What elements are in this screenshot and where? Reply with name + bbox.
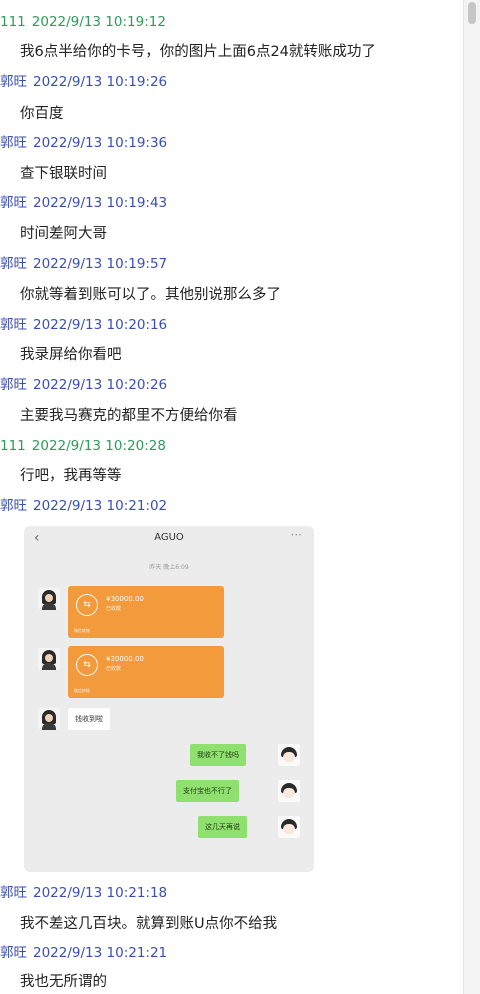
message-text: 你就等着到账可以了。其他别说那么多了 <box>20 287 281 303</box>
message-header: 111 2022/9/13 10:20:28 <box>0 437 166 455</box>
message-header: 郭旺 2022/9/13 10:21:02 <box>0 497 167 515</box>
message-header: 郭旺 2022/9/13 10:19:43 <box>0 194 167 212</box>
sender-name: 郭旺 <box>0 195 27 211</box>
message-text: 行吧，我再等等 <box>20 468 122 484</box>
scrollbar-thumb[interactable] <box>468 2 476 24</box>
transfer-card: ⇆ ¥30000.00 已收款 微信转账 <box>68 586 224 638</box>
sender-name: 郭旺 <box>0 498 27 514</box>
transfer-status: 已收款 <box>106 666 122 672</box>
message-text: 查下银联时间 <box>20 166 107 182</box>
message-header: 郭旺 2022/9/13 10:21:18 <box>0 884 167 902</box>
message-time: 2022/9/13 10:19:57 <box>33 256 168 272</box>
message-header: 郭旺 2022/9/13 10:19:57 <box>0 255 167 273</box>
avatar-icon <box>278 780 300 802</box>
transfer-amount: ¥30000.00 <box>106 595 144 603</box>
message-text: 我也无所谓的 <box>20 974 107 990</box>
transfer-status: 已收款 <box>106 606 122 612</box>
sender-name: 郭旺 <box>0 135 27 151</box>
transfer-icon: ⇆ <box>76 654 98 676</box>
message-header: 郭旺 2022/9/13 10:19:26 <box>0 73 167 91</box>
sender-name: 郭旺 <box>0 377 27 393</box>
avatar-icon <box>278 816 300 838</box>
chat-screenshot-image[interactable]: ‹ AGUO ··· 昨天 晚上6:09 ⇆ ¥30000.00 已收款 微信转… <box>24 526 314 872</box>
message-time: 2022/9/13 10:20:28 <box>31 438 166 454</box>
sender-name: 郭旺 <box>0 945 27 961</box>
sender-name: 郭旺 <box>0 256 27 272</box>
more-icon: ··· <box>290 528 302 542</box>
message-text: 我不差这几百块。就算到账U点你不给我 <box>20 916 278 932</box>
transfer-footer: 微信转账 <box>74 688 90 693</box>
message-time: 2022/9/13 10:21:02 <box>33 498 168 514</box>
message-time: 2022/9/13 10:19:43 <box>33 195 168 211</box>
message-text: 主要我马赛克的都里不方便给你看 <box>20 408 238 424</box>
screenshot-title: AGUO <box>154 532 184 543</box>
transfer-amount: ¥20000.00 <box>106 655 144 663</box>
sender-name: 111 <box>0 14 26 30</box>
transfer-footer: 微信转账 <box>74 628 90 633</box>
screenshot-title-bar: ‹ AGUO ··· <box>24 526 314 550</box>
vertical-scrollbar[interactable] <box>463 0 480 994</box>
message-time: 2022/9/13 10:19:12 <box>31 14 166 30</box>
chat-bubble: 我收不了钱吗 <box>190 744 246 766</box>
sender-name: 郭旺 <box>0 885 27 901</box>
transfer-card: ⇆ ¥20000.00 已收款 微信转账 <box>68 646 224 698</box>
message-text: 我录屏给你看吧 <box>20 347 122 363</box>
chat-bubble: 这几天再说 <box>198 816 247 838</box>
message-time: 2022/9/13 10:21:21 <box>33 945 168 961</box>
message-header: 郭旺 2022/9/13 10:20:16 <box>0 316 167 334</box>
message-header: 郭旺 2022/9/13 10:20:26 <box>0 376 167 394</box>
chat-bubble: 支付宝也不行了 <box>176 780 239 802</box>
message-time: 2022/9/13 10:20:26 <box>33 377 168 393</box>
transfer-icon: ⇆ <box>76 594 98 616</box>
message-time: 2022/9/13 10:21:18 <box>33 885 168 901</box>
message-header: 111 2022/9/13 10:19:12 <box>0 13 166 31</box>
avatar-icon <box>278 744 300 766</box>
message-text: 你百度 <box>20 106 64 122</box>
message-time: 2022/9/13 10:19:26 <box>33 74 168 90</box>
message-header: 郭旺 2022/9/13 10:19:36 <box>0 134 167 152</box>
chat-bubble: 钱收到啦 <box>68 708 110 730</box>
sender-name: 郭旺 <box>0 317 27 333</box>
message-text: 我6点半给你的卡号，你的图片上面6点24就转账成功了 <box>20 44 376 60</box>
avatar-icon <box>38 588 60 610</box>
message-time: 2022/9/13 10:19:36 <box>33 135 168 151</box>
message-time: 2022/9/13 10:20:16 <box>33 317 168 333</box>
message-header: 郭旺 2022/9/13 10:21:21 <box>0 944 167 962</box>
sender-name: 郭旺 <box>0 74 27 90</box>
screenshot-timestamp: 昨天 晚上6:09 <box>149 564 189 571</box>
sender-name: 111 <box>0 438 26 454</box>
avatar-icon <box>38 648 60 670</box>
chat-log: 111 2022/9/13 10:19:12 我6点半给你的卡号，你的图片上面6点… <box>0 0 464 994</box>
avatar-icon <box>38 708 60 730</box>
message-text: 时间差阿大哥 <box>20 226 107 242</box>
